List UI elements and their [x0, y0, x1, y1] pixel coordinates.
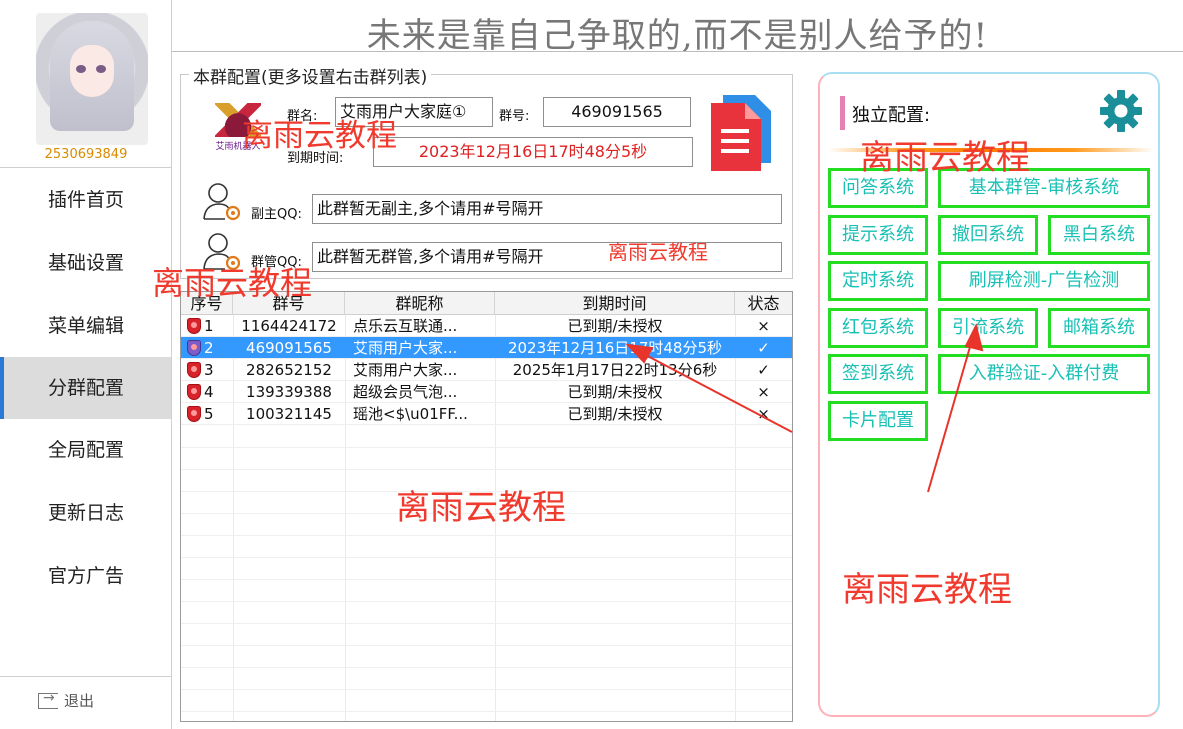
row-expire-cell: 2023年12月16日17时48分5秒 [507, 339, 723, 357]
panel-title: 独立配置: [852, 105, 931, 126]
watermark-text: 离雨云教程 [242, 118, 397, 154]
logout-icon [38, 690, 58, 709]
table-row-selected[interactable]: 2 469091565 艾雨用户大家... 2023年12月16日17时48分5… [181, 337, 792, 359]
row-expire-cell: 2025年1月17日22时13分6秒 [512, 361, 718, 379]
column-header-nickname[interactable]: 群昵称 [345, 292, 495, 315]
vice-owner-label: 副主QQ: [251, 207, 302, 222]
group-id-label: 群号: [499, 109, 530, 124]
shield-icon [187, 362, 201, 378]
row-group-id-cell: 282652152 [246, 361, 332, 379]
signin-system-button[interactable]: 签到系统 [828, 354, 928, 394]
shield-icon [187, 406, 201, 422]
sidebar-bottom-divider [0, 676, 172, 677]
group-id-field[interactable]: 469091565 [543, 97, 691, 127]
title-accent-bar [840, 96, 845, 130]
grid-line [181, 447, 792, 448]
header-divider [172, 51, 1183, 52]
shield-icon [187, 340, 201, 356]
row-group-id-cell: 469091565 [246, 339, 332, 357]
sidebar-item-menu-edit[interactable]: 菜单编辑 [0, 296, 171, 356]
traffic-system-button[interactable]: 引流系统 [938, 308, 1038, 348]
row-status-cell: ✓ [757, 339, 770, 357]
sidebar-item-plugin-home[interactable]: 插件首页 [0, 170, 171, 230]
grid-line [181, 711, 792, 712]
shield-icon [187, 318, 201, 334]
row-nickname-cell: 艾雨用户大家... [353, 339, 458, 357]
vice-owner-field[interactable]: 此群暂无副主,多个请用#号隔开 [312, 194, 782, 224]
row-expire-cell: 已到期/未授权 [567, 405, 663, 423]
grid-line [181, 601, 792, 602]
row-status-cell: ✓ [757, 361, 770, 379]
row-status-cell: × [757, 405, 770, 423]
sidebar-item-basic-settings[interactable]: 基础设置 [0, 233, 171, 293]
column-header-status[interactable]: 状态 [735, 292, 792, 315]
group-config-legend: 本群配置(更多设置右击群列表) [189, 63, 432, 88]
grid-line [181, 667, 792, 668]
sidebar-divider [0, 167, 172, 168]
expire-field[interactable]: 2023年12月16日17时48分5秒 [373, 137, 693, 167]
recall-system-button[interactable]: 撤回系统 [938, 215, 1038, 255]
sidebar: 2530693849 插件首页 基础设置 菜单编辑 分群配置 全局配置 更新日志… [0, 0, 172, 729]
watermark-text: 离雨云教程 [396, 488, 566, 528]
timer-system-button[interactable]: 定时系统 [828, 261, 928, 301]
grid-line [181, 535, 792, 536]
row-index-cell: 2 [181, 337, 233, 359]
red-document-icon[interactable] [709, 93, 771, 173]
row-index-cell: 3 [181, 359, 233, 381]
shield-icon [187, 384, 201, 400]
grid-line [181, 557, 792, 558]
table-row[interactable]: 5 100321145 瑶池<$\u01FF... 已到期/未授权 × [181, 403, 792, 425]
join-verify-pay-button[interactable]: 入群验证-入群付费 [938, 354, 1150, 394]
spam-ad-detect-button[interactable]: 刷屏检测-广告检测 [938, 261, 1150, 301]
column-header-expire[interactable]: 到期时间 [495, 292, 735, 315]
sidebar-item-update-log[interactable]: 更新日志 [0, 483, 171, 543]
row-index-cell: 5 [181, 403, 233, 425]
row-group-id-cell: 1164424172 [241, 317, 337, 335]
admin-field[interactable]: 此群暂无群管,多个请用#号隔开 [312, 242, 782, 272]
row-index-cell: 4 [181, 381, 233, 403]
watermark-text: 离雨云教程 [842, 570, 1012, 610]
mail-system-button[interactable]: 邮箱系统 [1048, 308, 1150, 348]
grid-line [181, 623, 792, 624]
gear-icon[interactable] [1098, 88, 1144, 134]
row-expire-cell: 已到期/未授权 [567, 317, 663, 335]
watermark-text: 离雨云教程 [608, 240, 708, 264]
watermark-text: 离雨云教程 [860, 138, 1030, 178]
sidebar-item-group-config[interactable]: 分群配置 [0, 357, 171, 419]
qq-number: 2530693849 [44, 147, 128, 162]
prompt-system-button[interactable]: 提示系统 [828, 215, 928, 255]
grid-line [181, 579, 792, 580]
blackwhite-system-button[interactable]: 黑白系统 [1048, 215, 1150, 255]
watermark-text: 离雨云教程 [152, 264, 313, 302]
row-nickname-cell: 点乐云互联通... [353, 317, 458, 335]
row-expire-cell: 已到期/未授权 [567, 383, 663, 401]
motto-banner: 未来是靠自己争取的,而不是别人给予的! [366, 16, 989, 56]
row-status-cell: × [757, 383, 770, 401]
redpacket-system-button[interactable]: 红包系统 [828, 308, 928, 348]
row-index-cell: 1 [181, 315, 233, 337]
sidebar-item-official-ads[interactable]: 官方广告 [0, 546, 171, 606]
grid-line [181, 645, 792, 646]
logout-button[interactable]: 退出 [38, 690, 94, 711]
grid-line [181, 469, 792, 470]
row-group-id-cell: 139339388 [246, 383, 332, 401]
avatar-eye-right [96, 65, 106, 73]
row-status-cell: × [757, 317, 770, 335]
row-nickname-cell: 艾雨用户大家... [353, 361, 458, 379]
grid-line [181, 689, 792, 690]
row-group-id-cell: 100321145 [246, 405, 332, 423]
table-row[interactable]: 3 282652152 艾雨用户大家... 2025年1月17日22时13分6秒… [181, 359, 792, 381]
row-nickname-cell: 超级会员气泡... [353, 383, 458, 401]
person-gear-icon [203, 183, 241, 221]
sidebar-item-global-config[interactable]: 全局配置 [0, 420, 171, 480]
avatar[interactable] [36, 13, 148, 145]
logout-label: 退出 [64, 692, 95, 710]
row-nickname-cell: 瑶池<$\u01FF... [353, 405, 468, 423]
table-row[interactable]: 4 139339388 超级会员气泡... 已到期/未授权 × [181, 381, 792, 403]
card-config-button[interactable]: 卡片配置 [828, 401, 928, 441]
table-row[interactable]: 1 1164424172 点乐云互联通... 已到期/未授权 × [181, 315, 792, 337]
avatar-eye-left [76, 65, 86, 73]
